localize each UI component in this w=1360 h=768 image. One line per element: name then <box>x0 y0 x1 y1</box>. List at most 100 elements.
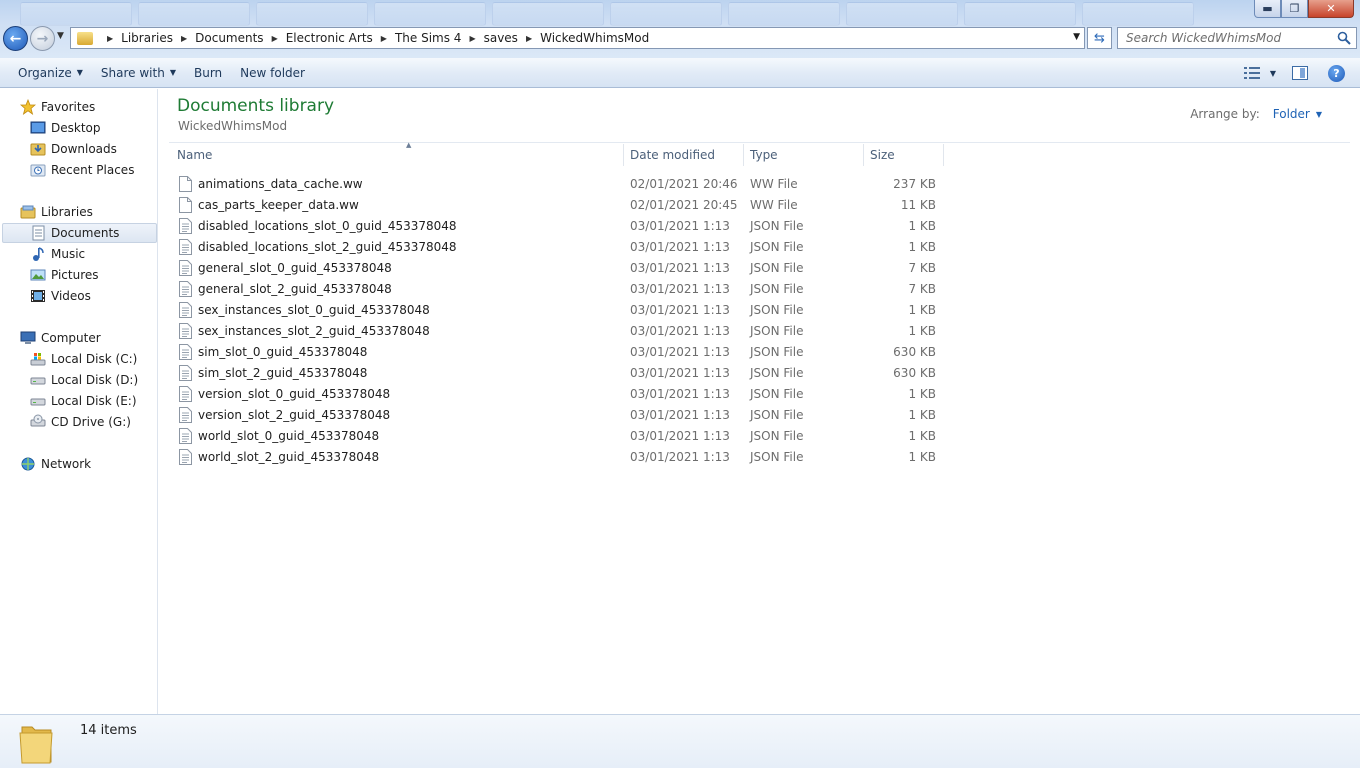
column-header-name[interactable]: Name ▲ <box>171 141 624 166</box>
blank-file-icon <box>179 197 192 213</box>
sidebar-computer[interactable]: Computer <box>20 328 101 348</box>
preview-pane-button[interactable] <box>1292 66 1308 80</box>
share-with-button[interactable]: Share with ▼ <box>92 60 185 86</box>
address-bar[interactable]: ▶ Libraries ▶ Documents ▶ Electronic Art… <box>70 27 1085 49</box>
chevron-down-icon[interactable]: ▼ <box>1316 110 1322 119</box>
table-row[interactable]: general_slot_2_guid_453378048 03/01/2021 … <box>177 279 937 300</box>
sidebar-item-local-disk-e[interactable]: Local Disk (E:) <box>30 391 137 411</box>
refresh-button[interactable]: ⇆ <box>1087 27 1112 49</box>
change-view-button[interactable]: ▼ <box>1243 67 1276 79</box>
pictures-icon <box>30 267 46 283</box>
table-row[interactable]: world_slot_0_guid_453378048 03/01/2021 1:… <box>177 426 937 447</box>
file-date-modified: 03/01/2021 1:13 <box>630 282 730 296</box>
forward-button[interactable]: → <box>30 26 55 51</box>
file-name: disabled_locations_slot_2_guid_453378048 <box>198 240 457 254</box>
address-history-dropdown[interactable]: ▼ <box>1073 32 1080 42</box>
table-row[interactable]: version_slot_2_guid_453378048 03/01/2021 … <box>177 405 937 426</box>
sidebar-item-documents[interactable]: Documents <box>2 223 157 243</box>
chevron-right-icon[interactable]: ▶ <box>381 34 387 43</box>
chevron-right-icon[interactable]: ▶ <box>181 34 187 43</box>
minimize-icon: ▬ <box>1262 2 1273 15</box>
chevron-right-icon[interactable]: ▶ <box>469 34 475 43</box>
libraries-icon <box>20 204 36 220</box>
cd-drive-icon <box>30 414 46 430</box>
column-header-date-modified[interactable]: Date modified <box>624 144 744 166</box>
close-button[interactable]: ✕ <box>1308 0 1354 18</box>
view-controls: ▼ ? <box>1243 58 1360 88</box>
sidebar-item-videos[interactable]: Videos <box>30 286 91 306</box>
file-list-pane: Documents library WickedWhimsMod Arrange… <box>159 89 1360 714</box>
file-type: JSON File <box>750 240 804 254</box>
sidebar-item-pictures[interactable]: Pictures <box>30 265 99 285</box>
breadcrumb-libraries[interactable]: Libraries <box>121 31 173 45</box>
file-type: JSON File <box>750 282 804 296</box>
restore-button[interactable]: ❐ <box>1281 0 1308 18</box>
close-icon: ✕ <box>1326 2 1336 15</box>
table-row[interactable]: world_slot_2_guid_453378048 03/01/2021 1:… <box>177 447 937 468</box>
column-header-label: Type <box>750 148 778 162</box>
sidebar-network[interactable]: Network <box>20 454 91 474</box>
library-subtitle: WickedWhimsMod <box>178 119 288 133</box>
table-row[interactable]: sex_instances_slot_0_guid_453378048 03/01… <box>177 300 937 321</box>
sidebar-item-label: Music <box>51 247 86 261</box>
breadcrumb-documents[interactable]: Documents <box>195 31 263 45</box>
table-row[interactable]: disabled_locations_slot_2_guid_453378048… <box>177 237 937 258</box>
breadcrumb-the-sims-4[interactable]: The Sims 4 <box>395 31 461 45</box>
organize-button[interactable]: Organize ▼ <box>9 60 92 86</box>
chevron-right-icon[interactable]: ▶ <box>107 34 113 43</box>
file-name: sim_slot_0_guid_453378048 <box>198 345 368 359</box>
table-row[interactable]: sim_slot_2_guid_453378048 03/01/2021 1:13… <box>177 363 937 384</box>
column-header-size[interactable]: Size <box>864 144 944 166</box>
sidebar-favorites[interactable]: Favorites <box>20 97 95 117</box>
text-file-icon <box>179 239 192 255</box>
recent-pages-dropdown[interactable]: ▼ <box>57 31 64 41</box>
sidebar-item-label: CD Drive (G:) <box>51 415 131 429</box>
file-size: 7 KB <box>908 282 936 296</box>
breadcrumb-electronic-arts[interactable]: Electronic Arts <box>286 31 373 45</box>
back-button[interactable]: ← <box>3 26 28 51</box>
table-row[interactable]: sim_slot_0_guid_453378048 03/01/2021 1:13… <box>177 342 937 363</box>
breadcrumb-wickedwhimsmod[interactable]: WickedWhimsMod <box>540 31 649 45</box>
arrange-by-dropdown[interactable]: Folder <box>1273 107 1310 121</box>
table-row[interactable]: disabled_locations_slot_0_guid_453378048… <box>177 216 937 237</box>
ghost-tab <box>256 2 368 26</box>
search-input[interactable] <box>1126 31 1326 45</box>
new-folder-button[interactable]: New folder <box>231 60 314 86</box>
help-button[interactable]: ? <box>1328 64 1345 82</box>
file-name: sex_instances_slot_0_guid_453378048 <box>198 303 430 317</box>
sidebar-item-desktop[interactable]: Desktop <box>30 118 101 138</box>
sidebar-item-recent-places[interactable]: Recent Places <box>30 160 134 180</box>
sidebar-item-cd-drive-g[interactable]: CD Drive (G:) <box>30 412 131 432</box>
sidebar-libraries[interactable]: Libraries <box>20 202 93 222</box>
file-size: 1 KB <box>908 240 936 254</box>
chevron-right-icon[interactable]: ▶ <box>526 34 532 43</box>
breadcrumb-saves[interactable]: saves <box>484 31 518 45</box>
sidebar-item-music[interactable]: Music <box>30 244 85 264</box>
ghost-tab <box>1082 2 1194 26</box>
file-date-modified: 02/01/2021 20:46 <box>630 177 738 191</box>
file-date-modified: 03/01/2021 1:13 <box>630 324 730 338</box>
sidebar-item-local-disk-c[interactable]: Local Disk (C:) <box>30 349 137 369</box>
text-file-icon <box>179 386 192 402</box>
window-controls: ▬ ❐ ✕ <box>1254 0 1354 18</box>
burn-button[interactable]: Burn <box>185 60 231 86</box>
table-row[interactable]: cas_parts_keeper_data.ww 02/01/2021 20:45… <box>177 195 937 216</box>
sidebar-item-downloads[interactable]: Downloads <box>30 139 117 159</box>
sidebar-item-local-disk-d[interactable]: Local Disk (D:) <box>30 370 138 390</box>
page-title: Documents library <box>177 96 335 116</box>
file-name: sex_instances_slot_2_guid_453378048 <box>198 324 430 338</box>
table-row[interactable]: animations_data_cache.ww 02/01/2021 20:46… <box>177 174 937 195</box>
search-box[interactable] <box>1117 27 1357 49</box>
network-icon <box>20 456 36 472</box>
chevron-right-icon[interactable]: ▶ <box>272 34 278 43</box>
text-file-icon <box>179 449 192 465</box>
sort-ascending-icon: ▲ <box>406 141 412 149</box>
table-row[interactable]: sex_instances_slot_2_guid_453378048 03/01… <box>177 321 937 342</box>
file-type: JSON File <box>750 219 804 233</box>
table-row[interactable]: version_slot_0_guid_453378048 03/01/2021 … <box>177 384 937 405</box>
column-header-type[interactable]: Type <box>744 144 864 166</box>
chevron-down-icon[interactable]: ▼ <box>1270 69 1276 78</box>
minimize-button[interactable]: ▬ <box>1254 0 1281 18</box>
recent-places-icon <box>30 162 46 178</box>
table-row[interactable]: general_slot_0_guid_453378048 03/01/2021 … <box>177 258 937 279</box>
